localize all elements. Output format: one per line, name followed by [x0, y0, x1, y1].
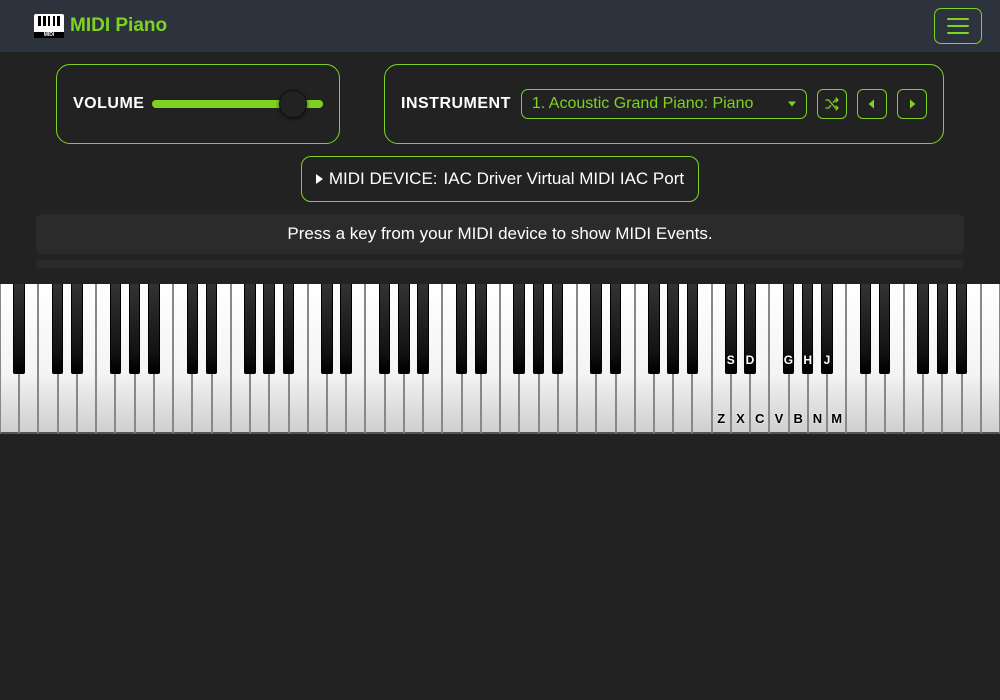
black-key[interactable]	[417, 284, 429, 374]
black-key[interactable]	[13, 284, 25, 374]
key-label: J	[824, 353, 831, 367]
key-label: B	[794, 411, 803, 426]
key-label: S	[727, 353, 735, 367]
black-key[interactable]	[71, 284, 83, 374]
play-icon	[316, 174, 323, 184]
black-key[interactable]	[263, 284, 275, 374]
black-key[interactable]	[648, 284, 660, 374]
black-key[interactable]	[956, 284, 968, 374]
volume-label: VOLUME	[73, 95, 144, 113]
instrument-selected-value: 1. Acoustic Grand Piano: Piano	[532, 95, 753, 112]
black-key[interactable]	[52, 284, 64, 374]
next-instrument-button[interactable]	[897, 89, 927, 119]
black-key[interactable]: H	[802, 284, 814, 374]
midi-device-row: MIDI DEVICE: IAC Driver Virtual MIDI IAC…	[0, 156, 1000, 202]
logo-icon	[34, 14, 64, 38]
black-key[interactable]	[321, 284, 333, 374]
midi-device-name: IAC Driver Virtual MIDI IAC Port	[444, 169, 685, 189]
instrument-panel: INSTRUMENT 1. Acoustic Grand Piano: Pian…	[384, 64, 944, 144]
black-key[interactable]	[283, 284, 295, 374]
instrument-label: INSTRUMENT	[401, 95, 511, 113]
black-key[interactable]	[340, 284, 352, 374]
black-key[interactable]	[667, 284, 679, 374]
prev-instrument-button[interactable]	[857, 89, 887, 119]
black-key[interactable]	[187, 284, 199, 374]
black-key[interactable]	[379, 284, 391, 374]
black-key[interactable]	[879, 284, 891, 374]
app-header: MIDI Piano	[0, 0, 1000, 52]
key-label: C	[755, 411, 764, 426]
instrument-select[interactable]: 1. Acoustic Grand Piano: Piano	[521, 89, 807, 119]
black-key[interactable]	[533, 284, 545, 374]
key-label: G	[784, 353, 793, 367]
chevron-right-icon	[904, 96, 920, 112]
black-key[interactable]	[513, 284, 525, 374]
black-key[interactable]	[552, 284, 564, 374]
midi-device-select[interactable]: MIDI DEVICE: IAC Driver Virtual MIDI IAC…	[301, 156, 699, 202]
black-key[interactable]: D	[744, 284, 756, 374]
black-key[interactable]: J	[821, 284, 833, 374]
black-key[interactable]	[610, 284, 622, 374]
black-key[interactable]	[475, 284, 487, 374]
controls-row: VOLUME INSTRUMENT 1. Acoustic Grand Pian…	[0, 52, 1000, 144]
white-key[interactable]	[981, 284, 1000, 434]
black-key[interactable]	[398, 284, 410, 374]
black-key[interactable]	[937, 284, 949, 374]
black-key[interactable]	[129, 284, 141, 374]
key-label: V	[775, 411, 784, 426]
menu-button[interactable]	[934, 8, 982, 44]
midi-device-label: MIDI DEVICE:	[329, 169, 438, 189]
volume-slider-thumb[interactable]	[279, 90, 307, 118]
black-key[interactable]: G	[783, 284, 795, 374]
key-label: X	[736, 411, 745, 426]
black-key[interactable]	[244, 284, 256, 374]
brand[interactable]: MIDI Piano	[34, 14, 167, 38]
black-key[interactable]	[917, 284, 929, 374]
chevron-left-icon	[864, 96, 880, 112]
black-key[interactable]	[148, 284, 160, 374]
shuffle-button[interactable]	[817, 89, 847, 119]
shuffle-icon	[824, 96, 840, 112]
piano-keyboard: ZXCVBNM SD GHJ	[0, 284, 1000, 434]
key-label: Z	[717, 411, 725, 426]
brand-title: MIDI Piano	[70, 15, 167, 37]
black-key[interactable]	[687, 284, 699, 374]
key-label: M	[831, 411, 842, 426]
black-key[interactable]	[206, 284, 218, 374]
hamburger-icon	[947, 18, 969, 20]
midi-events-log	[36, 260, 964, 268]
volume-slider[interactable]	[152, 90, 323, 118]
key-label: H	[803, 353, 812, 367]
volume-panel: VOLUME	[56, 64, 340, 144]
key-label: N	[813, 411, 822, 426]
key-label: D	[746, 353, 755, 367]
black-key[interactable]	[110, 284, 122, 374]
midi-events-hint: Press a key from your MIDI device to sho…	[36, 214, 964, 254]
black-key[interactable]	[590, 284, 602, 374]
black-key[interactable]: S	[725, 284, 737, 374]
black-key[interactable]	[456, 284, 468, 374]
black-key[interactable]	[860, 284, 872, 374]
